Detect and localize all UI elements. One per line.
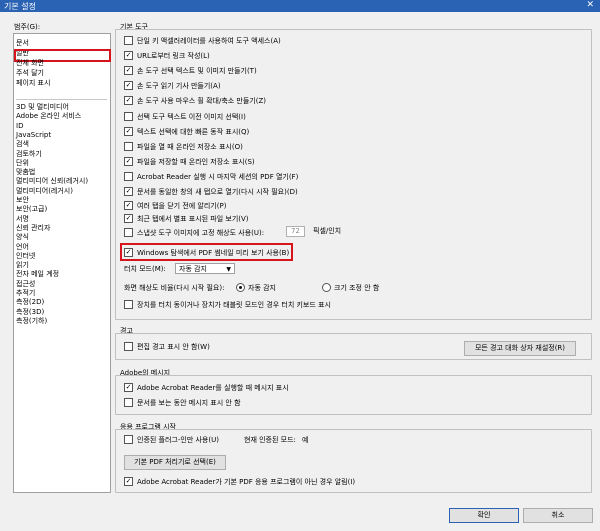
sidebar-item[interactable]: 멀티미디어 신뢰(레거시) [16,177,88,186]
sidebar-item[interactable]: 맞춤법 [16,168,35,177]
sidebar-item[interactable]: 검색 [16,140,29,149]
ok-button[interactable]: 확인 [449,508,519,523]
radio-no-scale[interactable]: 크기 조정 안 함 [322,282,379,293]
window-title: 기본 설정 [4,2,36,11]
radio-auto-detect[interactable]: 자동 감지 [236,282,276,293]
checkbox [124,397,133,407]
checkbox [124,341,133,351]
tool-option-checkbox[interactable]: ✓ 텍스트 선택에 대한 빠른 동작 표시(Q) [124,126,249,137]
checkbox [124,111,133,121]
sidebar-item[interactable]: 전자 메일 계정 [16,270,59,279]
radio-icon [236,282,245,292]
tool-option-checkbox[interactable]: Acrobat Reader 실행 시 마지막 세션의 PDF 열기(F) [124,171,298,182]
sidebar-item[interactable]: 멀티미디어(레거시) [16,187,73,196]
sidebar-item[interactable]: 서명 [16,215,29,224]
checkbox [124,141,133,151]
checkbox: ✓ [124,80,133,90]
checkbox: ✓ [124,156,133,166]
checkbox: ✓ [124,382,133,392]
sidebar-item-commenting[interactable]: 주석 달기 [16,69,44,78]
sidebar-item[interactable]: 단위 [16,159,29,168]
title-bar: 기본 설정 ✕ [0,0,600,12]
sidebar-item-fullscreen[interactable]: 전체 화면 [16,59,44,68]
sidebar-item[interactable]: 측정(3D) [16,308,44,317]
tool-option-checkbox[interactable]: ✓ 문서를 동일한 창의 새 탭으로 열기(다시 시작 필요)(D) [124,186,298,197]
sidebar-item[interactable]: ID [16,122,23,131]
touch-keyboard-checkbox[interactable]: 장치를 터치 동이거나 장치가 태블릿 모드인 경우 터치 키보드 표시 [124,299,331,310]
sidebar-item[interactable]: 검토하기 [16,150,42,159]
checkbox: ✓ [124,65,133,75]
tool-option-checkbox[interactable]: ✓ 손 도구 선택 텍스트 및 이미지 만들기(T) [124,65,257,76]
sidebar-item-document[interactable]: 문서 [16,39,29,48]
resolution-input[interactable]: 72 [286,226,305,237]
sidebar-item[interactable]: 양식 [16,233,29,242]
sidebar-item[interactable]: 읽기 [16,261,29,270]
reset-warnings-button[interactable]: 모든 경고 대화 상자 재설정(R) [464,341,576,356]
close-icon[interactable]: ✕ [586,0,594,10]
sidebar-item[interactable]: 보안(고급) [16,205,47,214]
radio-icon [322,282,331,292]
tool-option-checkbox[interactable]: ✓ 여러 탭을 닫기 전에 알리기(P) [124,200,226,211]
sidebar-item-page-display[interactable]: 페이지 표시 [16,79,50,88]
touch-mode-label: 터치 모드(M): [124,265,166,273]
sidebar-item[interactable]: 보안 [16,196,29,205]
tool-option-checkbox[interactable]: 단일 키 액셀러레이터를 사용하여 도구 액세스(A) [124,35,281,46]
sidebar-item[interactable]: 측정(2D) [16,298,44,307]
sidebar-item[interactable]: 추적기 [16,289,35,298]
tool-option-checkbox[interactable]: 스냅샷 도구 이미지에 고정 해상도 사용(U): [124,227,264,238]
edit-warning-checkbox[interactable]: 편집 경고 표시 안 함(W) [124,341,210,352]
screen-resolution-label: 화면 해상도 비율(다시 시작 필요): [124,284,225,292]
checkbox [124,227,133,237]
tool-option-checkbox[interactable]: ✓ 파일을 저장할 때 온라인 저장소 표시(S) [124,156,255,167]
touch-mode-value: 자동 감지 [179,265,207,273]
sidebar-item[interactable]: 3D 및 멀티미디어 [16,103,69,112]
checkbox: ✓ [124,186,133,196]
default-handler-prompt-checkbox[interactable]: ✓ Adobe Acrobat Reader가 기본 PDF 응용 프로그램이 아… [124,476,355,487]
chevron-down-icon: ▼ [226,266,231,273]
checkbox: ✓ [124,126,133,136]
checkbox [124,171,133,181]
sidebar-item[interactable]: 접근성 [16,280,35,289]
sidebar-item[interactable]: 신뢰 관리자 [16,224,50,233]
sidebar-item[interactable]: 인터넷 [16,252,35,261]
resolution-unit: 픽셀/인치 [313,227,342,235]
checkbox: ✓ [124,200,133,210]
category-label: 범주(G): [14,23,41,31]
viewing-messages-checkbox[interactable]: 문서를 보는 동안 메시지 표시 안 함 [124,397,241,408]
sidebar-item[interactable]: 측정(기하) [16,317,47,326]
cancel-button[interactable]: 취소 [523,508,593,523]
tool-option-checkbox[interactable]: ✓ URL로부터 링크 작성(L) [124,50,210,61]
category-list[interactable]: 문서 일반 전체 화면 주석 달기 페이지 표시 3D 및 멀티미디어 Adobe… [13,33,111,493]
launch-messages-checkbox[interactable]: ✓ Adobe Acrobat Reader를 실행할 때 메시지 표시 [124,382,289,393]
checkbox: ✓ [124,95,133,105]
sidebar-item[interactable]: Adobe 온라인 서비스 [16,112,81,121]
checkbox: ✓ [124,50,133,60]
tool-option-checkbox[interactable]: 선택 도구 텍스트 이전 이미지 선택(I) [124,111,246,122]
tool-option-checkbox[interactable]: ✓ 최근 탭에서 별표 표시된 파일 보기(V) [124,213,249,224]
certified-plugins-checkbox[interactable]: 인증된 플러그-인만 사용(U) [124,434,219,445]
checkbox: ✓ [124,476,133,486]
tool-option-checkbox[interactable]: ✓ 손 도구 읽기 기사 만들기(A) [124,80,221,91]
current-mode-label: 현재 인증된 모드: [244,436,296,444]
tool-option-checkbox[interactable]: ✓ 손 도구 사용 마우스 휠 확대/축소 만들기(Z) [124,95,266,106]
checkbox [124,434,133,444]
sidebar-divider [16,99,107,100]
sidebar-item[interactable]: 언어 [16,243,29,252]
highlight-box [120,243,293,261]
checkbox [124,35,133,45]
sidebar-item[interactable]: JavaScript [16,131,51,140]
touch-mode-select[interactable]: 자동 감지 ▼ [175,263,235,274]
checkbox: ✓ [124,213,133,223]
default-pdf-handler-button[interactable]: 기본 PDF 처리기로 선택(E) [124,455,226,470]
checkbox [124,299,133,309]
tool-option-checkbox[interactable]: 파일을 열 때 온라인 저장소 표시(O) [124,141,243,152]
current-mode-value: 예 [302,436,309,444]
adobe-messages-group [115,375,592,415]
